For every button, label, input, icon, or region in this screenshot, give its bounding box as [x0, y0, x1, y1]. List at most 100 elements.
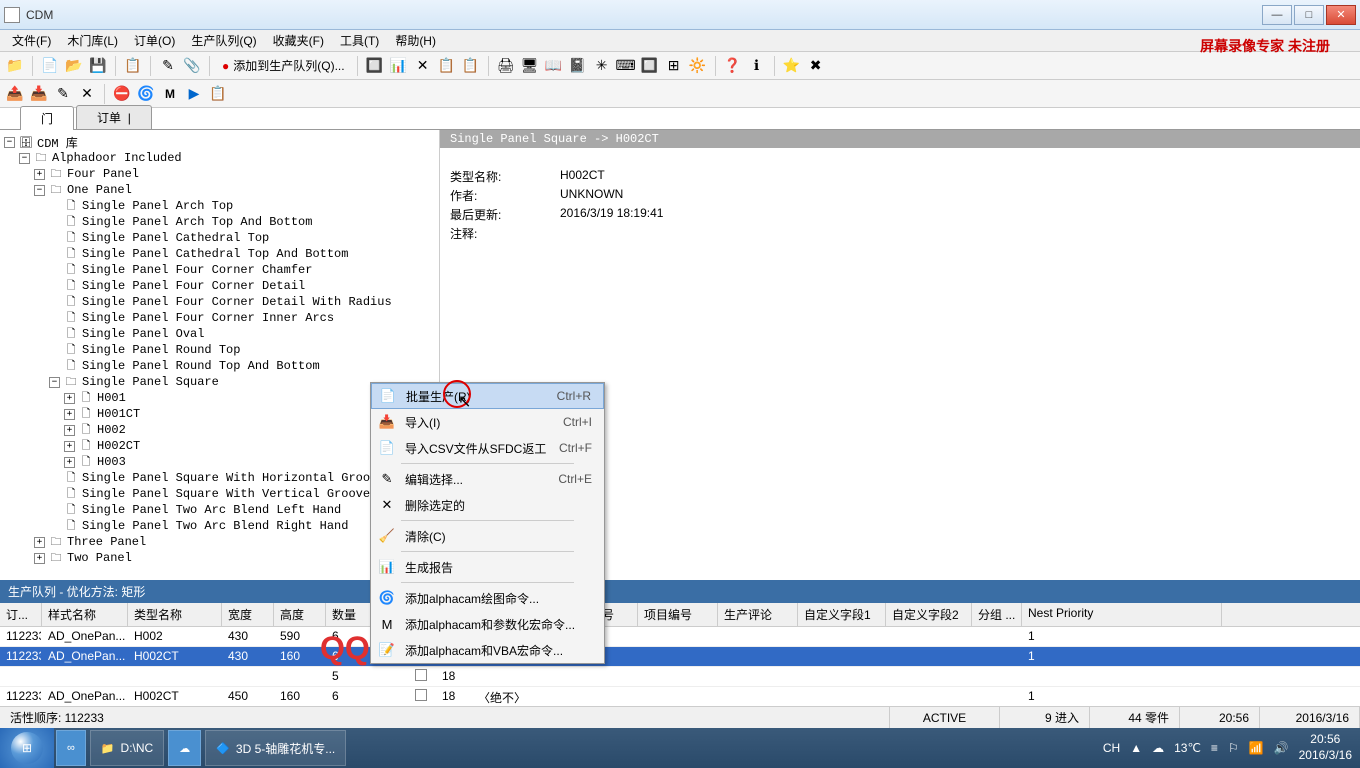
tool-icon[interactable]: 🖨 [495, 55, 517, 77]
help-icon[interactable]: ❓ [722, 55, 744, 77]
taskbar-item[interactable]: ☁ [168, 730, 201, 766]
tool-icon[interactable]: 🔲 [364, 55, 386, 77]
tool-icon[interactable]: 📖 [543, 55, 565, 77]
tool-icon[interactable]: M [159, 83, 181, 105]
detail-breadcrumb: Single Panel Square -> H002CT [440, 130, 1360, 148]
tool-icon[interactable]: 📁 [4, 55, 26, 77]
tab-order[interactable]: 订单 | [76, 105, 152, 129]
tree-root[interactable]: −🗄CDM 库 [4, 134, 435, 150]
tool-icon[interactable]: 🔲 [639, 55, 661, 77]
context-menu-item[interactable]: 🧹清除(C) [371, 523, 604, 549]
tool-icon[interactable]: ✳ [591, 55, 613, 77]
main-area: −🗄CDM 库 −🗀Alphadoor Included +🗀Four Pane… [0, 130, 1360, 580]
tool-icon[interactable]: ⌨ [615, 55, 637, 77]
tool-icon[interactable]: 📎 [181, 55, 203, 77]
tray-icon[interactable]: ⚐ [1228, 741, 1239, 755]
queue-row[interactable]: 112233AD_OnePan...H00243059061 [0, 627, 1360, 647]
tool-icon[interactable]: 📤 [4, 83, 26, 105]
context-menu-item[interactable]: ✎编辑选择...Ctrl+E [371, 466, 604, 492]
save-icon[interactable]: 💾 [87, 55, 109, 77]
copy-icon[interactable]: 📋 [122, 55, 144, 77]
context-menu-item[interactable]: 📝添加alphacam和VBA宏命令... [371, 637, 604, 663]
status-date: 2016/3/16 [1260, 707, 1360, 728]
context-menu-item[interactable]: 📊生成报告 [371, 554, 604, 580]
tool-icon[interactable]: ⊞ [663, 55, 685, 77]
tray-icon[interactable]: ≡ [1211, 741, 1218, 755]
menu-help[interactable]: 帮助(H) [387, 30, 444, 51]
tool-icon[interactable]: 📋 [207, 83, 229, 105]
tool-icon[interactable]: ✎ [157, 55, 179, 77]
main-tabs: 门 订单 | [0, 108, 1360, 130]
menu-order[interactable]: 订单(O) [126, 30, 183, 51]
weather-icon[interactable]: ☁ [1152, 741, 1164, 755]
detail-updated-value: 2016/3/19 18:19:41 [560, 206, 663, 223]
recorder-watermark: 屏幕录像专家 未注册 [1200, 36, 1330, 56]
tray-clock[interactable]: 20:56 2016/3/16 [1299, 732, 1352, 763]
detail-type-label: 类型名称: [450, 168, 560, 185]
toolbar-secondary: 📤 📥 ✎ ✕ ⛔ 🌀 M ▶ 📋 [0, 80, 1360, 108]
system-tray[interactable]: CH ▲ ☁ 13℃ ≡ ⚐ 📶 🔊 20:56 2016/3/16 [1095, 732, 1360, 763]
detail-comment-label: 注释: [450, 225, 560, 242]
status-entries: 9 进入 [1000, 707, 1090, 728]
tree-node[interactable]: +🗀Four Panel [4, 166, 435, 182]
context-menu-item[interactable]: ✕删除选定的 [371, 492, 604, 518]
star-icon[interactable]: ⭐ [781, 55, 803, 77]
tool-icon[interactable]: 📥 [28, 83, 50, 105]
status-parts: 44 零件 [1090, 707, 1180, 728]
detail-type-value: H002CT [560, 168, 605, 185]
queue-grid[interactable]: 订... 样式名称 类型名称 宽度 高度 数量 数量 门名称 订单号 项目编号 … [0, 603, 1360, 709]
delete-icon[interactable]: ✕ [76, 83, 98, 105]
edit-icon[interactable]: ✎ [52, 83, 74, 105]
status-time: 20:56 [1180, 707, 1260, 728]
tool-icon[interactable]: 📓 [567, 55, 589, 77]
add-to-queue-button[interactable]: ●添加到生产队列(Q)... [216, 57, 351, 74]
new-icon[interactable]: 📄 [39, 55, 61, 77]
taskbar-item[interactable]: 📁 D:\NC [90, 730, 164, 766]
status-active: ACTIVE [890, 707, 1000, 728]
tool-icon[interactable]: 📋 [436, 55, 458, 77]
tree-node[interactable]: −🗀Alphadoor Included [4, 150, 435, 166]
context-menu-item[interactable]: 📄导入CSV文件从SFDC返工Ctrl+F [371, 435, 604, 461]
taskbar-item[interactable]: ∞ [56, 730, 86, 766]
detail-updated-label: 最后更新: [450, 206, 560, 223]
info-icon[interactable]: ℹ [746, 55, 768, 77]
menu-tools[interactable]: 工具(T) [332, 30, 387, 51]
context-menu-item[interactable]: 📥导入(I)Ctrl+I [371, 409, 604, 435]
tab-door[interactable]: 门 [20, 106, 74, 130]
context-menu-item[interactable]: 📄批量生产(R)Ctrl+R [371, 383, 604, 409]
statusbar: 活性顺序: 112233 ACTIVE 9 进入 44 零件 20:56 201… [0, 706, 1360, 728]
temperature: 13℃ [1174, 741, 1201, 755]
menu-file[interactable]: 文件(F) [4, 30, 59, 51]
tool-icon[interactable]: 🔆 [687, 55, 709, 77]
minimize-button[interactable]: — [1262, 5, 1292, 25]
stop-icon[interactable]: ⛔ [111, 83, 133, 105]
play-icon[interactable]: ▶ [183, 83, 205, 105]
start-button[interactable]: ⊞ [0, 728, 54, 768]
tool-icon[interactable]: 📊 [388, 55, 410, 77]
tray-icon[interactable]: ▲ [1130, 741, 1142, 755]
close-button[interactable]: ✕ [1326, 5, 1356, 25]
app-icon [4, 7, 20, 23]
tool-icon[interactable]: 🌀 [135, 83, 157, 105]
star-remove-icon[interactable]: ✖ [805, 55, 827, 77]
context-menu-item[interactable]: M添加alphacam和参数化宏命令... [371, 611, 604, 637]
menu-queue[interactable]: 生产队列(Q) [183, 30, 264, 51]
menu-library[interactable]: 木门库(L) [59, 30, 126, 51]
queue-row[interactable]: 518 [0, 667, 1360, 687]
tool-icon[interactable]: 🖥 [519, 55, 541, 77]
context-menu-item[interactable]: 🌀添加alphacam绘图命令... [371, 585, 604, 611]
volume-icon[interactable]: 🔊 [1274, 741, 1289, 755]
context-menu: 📄批量生产(R)Ctrl+R📥导入(I)Ctrl+I📄导入CSV文件从SFDC返… [370, 382, 605, 664]
delete-icon[interactable]: ✕ [412, 55, 434, 77]
toolbar-main: 📁 📄 📂 💾 📋 ✎ 📎 ●添加到生产队列(Q)... 🔲 📊 ✕ 📋 📋 🖨… [0, 52, 1360, 80]
tool-icon[interactable]: 📋 [460, 55, 482, 77]
taskbar-item[interactable]: 🔷 3D 5-轴雕花机专... [205, 730, 346, 766]
open-icon[interactable]: 📂 [63, 55, 85, 77]
lang-indicator[interactable]: CH [1103, 741, 1120, 755]
menu-favorites[interactable]: 收藏夹(F) [265, 30, 332, 51]
maximize-button[interactable]: □ [1294, 5, 1324, 25]
network-icon[interactable]: 📶 [1249, 741, 1264, 755]
queue-columns: 订... 样式名称 类型名称 宽度 高度 数量 数量 门名称 订单号 项目编号 … [0, 603, 1360, 627]
titlebar: CDM — □ ✕ [0, 0, 1360, 30]
queue-row[interactable]: 112233AD_OnePan...H002CT43016061 [0, 647, 1360, 667]
